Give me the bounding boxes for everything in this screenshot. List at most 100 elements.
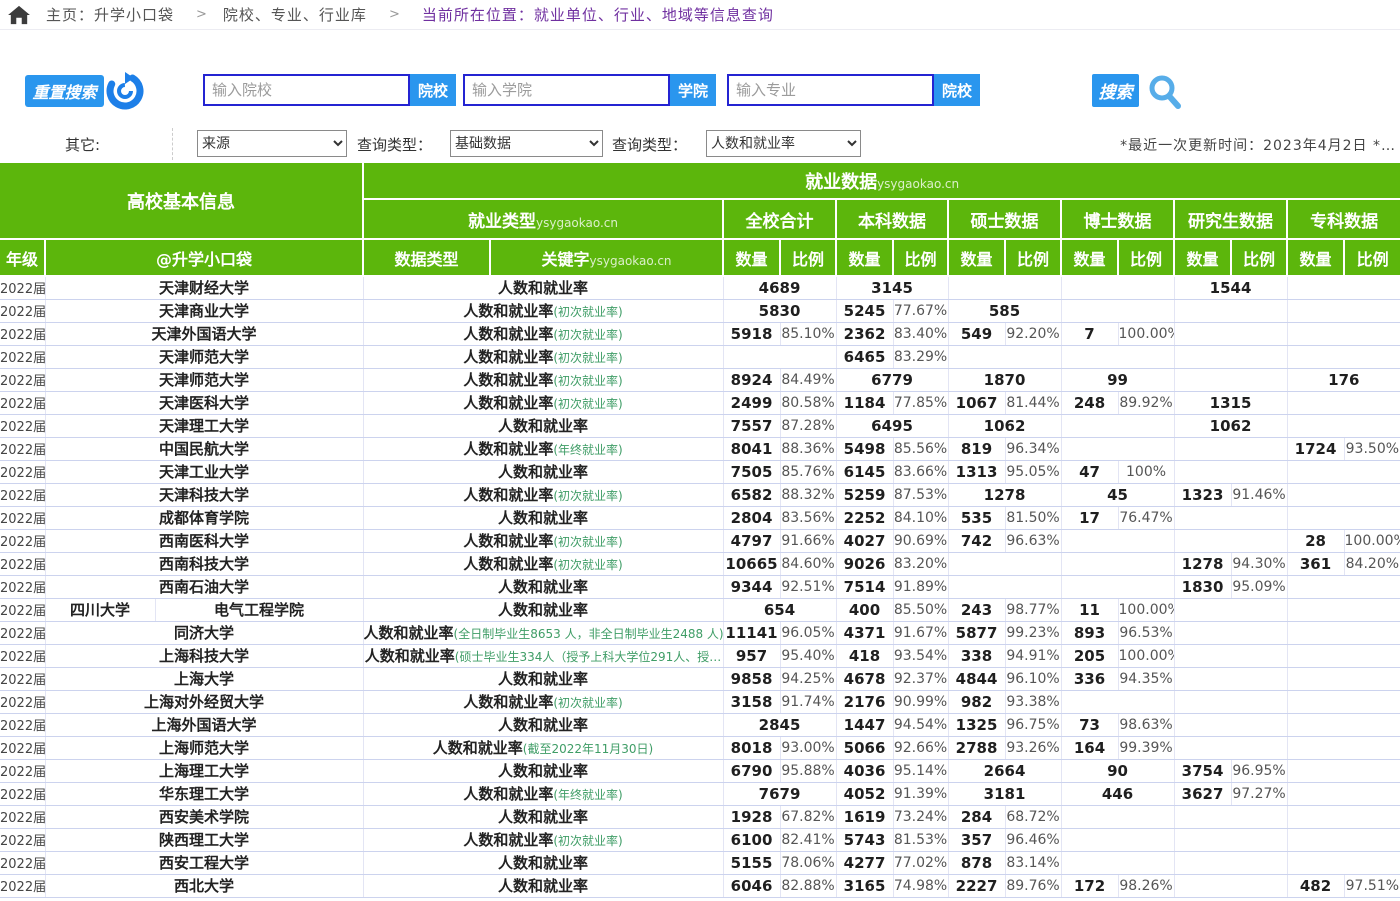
count-cell: 9026 (836, 552, 893, 575)
count-cell: 3181 (948, 782, 1061, 805)
header-ratio: 比例 (780, 239, 836, 276)
count-cell: 3145 (836, 276, 948, 299)
ratio-cell: 89.92% (1118, 391, 1174, 414)
ratio-cell: 97.51% (1344, 874, 1400, 897)
ratio-cell: 92.20% (1005, 322, 1061, 345)
ratio-cell: 84.49% (780, 368, 836, 391)
count-cell: 4844 (948, 667, 1005, 690)
ratio-cell: 92.66% (893, 736, 948, 759)
count-cell: 8924 (723, 368, 780, 391)
header-count: 数量 (1174, 239, 1231, 276)
query-type-select[interactable]: 基础数据 (450, 130, 603, 157)
count-cell: 1724 (1287, 437, 1344, 460)
count-cell: 819 (948, 437, 1005, 460)
count-cell: 4277 (836, 851, 893, 874)
school-search-button[interactable]: 学院 (670, 74, 716, 106)
ratio-cell: 94.91% (1005, 644, 1061, 667)
count-cell: 361 (1287, 552, 1344, 575)
table-row: 2022届成都体育学院人数和就业率280483.56%225284.10%535… (0, 506, 1400, 529)
magnifier-icon[interactable] (1146, 73, 1184, 111)
count-cell (1174, 621, 1287, 644)
count-cell: 2664 (948, 759, 1061, 782)
breadcrumb-home[interactable]: 主页：升学小口袋 (46, 4, 174, 25)
data-type-cell: 人数和就业率(初次就业率) (363, 368, 723, 391)
count-cell: 6779 (836, 368, 948, 391)
count-cell (948, 345, 1061, 368)
university-cell: 天津理工大学 (45, 414, 363, 437)
breadcrumb-current: 当前所在位置：就业单位、行业、地域等信息查询 (422, 4, 774, 25)
ratio-cell: 95.40% (780, 644, 836, 667)
reset-search-button[interactable]: 重置搜索 (25, 75, 104, 107)
university-cell: 西南医科大学 (45, 529, 363, 552)
college-search-button[interactable]: 院校 (410, 74, 456, 106)
college-search-input[interactable] (203, 74, 410, 106)
header-keyword: 关键字ysygaokao.cn (490, 239, 723, 276)
count-cell (723, 345, 836, 368)
university-cell: 中国民航大学 (45, 437, 363, 460)
count-cell: 1062 (1174, 414, 1287, 437)
ratio-cell: 99.23% (1005, 621, 1061, 644)
home-icon[interactable] (8, 5, 30, 25)
watermark: ysygaokao.cn (877, 177, 959, 191)
count-cell (1174, 667, 1287, 690)
ratio-cell: 94.25% (780, 667, 836, 690)
ratio-cell: 91.74% (780, 690, 836, 713)
filter-bar: 其它: 来源 查询类型： 基础数据 查询类型： 人数和就业率 *最近一次更新时间… (0, 128, 1400, 160)
refresh-icon[interactable] (106, 72, 144, 110)
major-search-button[interactable]: 院校 (934, 74, 980, 106)
search-button[interactable]: 搜索 (1092, 74, 1139, 107)
count-cell: 5066 (836, 736, 893, 759)
header-count: 数量 (1061, 239, 1118, 276)
school-search-input[interactable] (463, 74, 670, 106)
count-cell (1287, 782, 1400, 805)
university-cell: 成都体育学院 (45, 506, 363, 529)
major-search-input[interactable] (727, 74, 934, 106)
ratio-cell: 87.53% (893, 483, 948, 506)
ratio-cell: 96.95% (1231, 759, 1287, 782)
count-cell: 535 (948, 506, 1005, 529)
count-cell (1174, 874, 1287, 897)
count-cell (1287, 851, 1400, 874)
count-cell: 338 (948, 644, 1005, 667)
count-cell (1287, 805, 1400, 828)
university-cell: 天津科技大学 (45, 483, 363, 506)
ratio-cell: 76.47% (1118, 506, 1174, 529)
university-cell: 西安美术学院 (45, 805, 363, 828)
employment-table: 高校基本信息 就业数据ysygaokao.cn 就业类型ysygaokao.cn… (0, 163, 1400, 898)
ratio-cell: 96.53% (1118, 621, 1174, 644)
count-cell (1061, 437, 1174, 460)
table-row: 2022届天津商业大学人数和就业率(初次就业率)5830524577.67%58… (0, 299, 1400, 322)
university-cell: 西南石油大学 (45, 575, 363, 598)
ratio-cell: 82.88% (780, 874, 836, 897)
query-type2-select[interactable]: 人数和就业率 (706, 130, 861, 157)
header-count: 数量 (1287, 239, 1344, 276)
source-select[interactable]: 来源 (197, 130, 347, 157)
table-row: 2022届中国民航大学人数和就业率(年终就业率)804188.36%549885… (0, 437, 1400, 460)
ratio-cell: 83.56% (780, 506, 836, 529)
ratio-cell: 90.69% (893, 529, 948, 552)
ratio-cell: 77.02% (893, 851, 948, 874)
count-cell: 7505 (723, 460, 780, 483)
data-type-cell: 人数和就业率(初次就业率) (363, 345, 723, 368)
ratio-cell: 77.85% (893, 391, 948, 414)
grade-cell: 2022届 (0, 299, 45, 322)
count-cell: 4027 (836, 529, 893, 552)
table-row: 2022届上海科技大学人数和就业率(硕士毕业生334人（授予上科大学位291人、… (0, 644, 1400, 667)
ratio-cell: 96.05% (780, 621, 836, 644)
grade-cell: 2022届 (0, 345, 45, 368)
ratio-cell: 91.89% (893, 575, 948, 598)
count-cell: 5743 (836, 828, 893, 851)
table-row: 2022届华东理工大学人数和就业率(年终就业率)7679405291.39%31… (0, 782, 1400, 805)
count-cell (1061, 805, 1174, 828)
breadcrumb-library[interactable]: 院校、专业、行业库 (223, 4, 367, 25)
grade-cell: 2022届 (0, 437, 45, 460)
grade-cell: 2022届 (0, 759, 45, 782)
header-employment-data: 就业数据ysygaokao.cn (363, 163, 1400, 199)
grade-cell: 2022届 (0, 414, 45, 437)
grade-cell: 2022届 (0, 276, 45, 299)
grade-cell: 2022届 (0, 805, 45, 828)
count-cell (1287, 667, 1400, 690)
count-cell (1287, 322, 1400, 345)
grade-cell: 2022届 (0, 690, 45, 713)
grade-cell: 2022届 (0, 644, 45, 667)
